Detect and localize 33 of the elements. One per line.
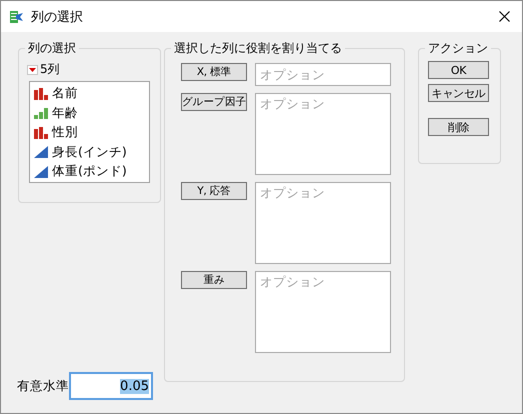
group-title: アクション xyxy=(425,41,491,55)
nominal-bars-icon xyxy=(34,126,48,139)
column-item[interactable]: 身長(インチ) xyxy=(34,142,149,162)
column-item[interactable]: 年齢 xyxy=(34,104,149,123)
column-item[interactable]: 体重(ポンド) xyxy=(34,162,149,182)
role-field[interactable]: オプション xyxy=(255,63,391,86)
nominal-bars-icon xyxy=(34,88,48,100)
column-count: 5列 xyxy=(40,61,60,78)
group-title: 列の選択 xyxy=(25,41,79,55)
significance-field[interactable]: 0.05 xyxy=(69,372,153,400)
role-list-field[interactable]: オプション xyxy=(255,271,391,353)
role-button[interactable]: 重み xyxy=(181,271,247,289)
role-button[interactable]: Y, 応答 xyxy=(181,182,247,200)
triangle-icon xyxy=(34,166,48,178)
window-title: 列の選択 xyxy=(31,8,84,26)
role-button[interactable]: グループ因子 xyxy=(181,93,247,111)
role-list-field[interactable]: オプション xyxy=(255,93,391,175)
action-button[interactable]: OK xyxy=(428,61,489,79)
action-button[interactable]: キャンセル xyxy=(428,84,489,102)
column-list[interactable]: 名前 年齢 性別 身長(インチ) 体重(ポンド) xyxy=(29,81,150,183)
group-title: 選択した列に役割を割り当てる xyxy=(171,41,345,55)
column-item[interactable]: 性別 xyxy=(34,123,149,142)
app-icon xyxy=(10,10,24,24)
close-icon xyxy=(498,11,510,22)
delete-button[interactable]: 削除 xyxy=(428,118,489,136)
role-list-field[interactable]: オプション xyxy=(255,182,391,264)
role-button[interactable]: X, 標準 xyxy=(181,63,247,81)
column-item[interactable]: 名前 xyxy=(34,84,149,104)
caret-icon xyxy=(29,68,36,72)
dropdown-button[interactable] xyxy=(27,64,38,74)
field-label: 有意水準 xyxy=(17,378,69,394)
ascending-bars-icon xyxy=(34,107,48,120)
triangle-icon xyxy=(34,146,48,158)
